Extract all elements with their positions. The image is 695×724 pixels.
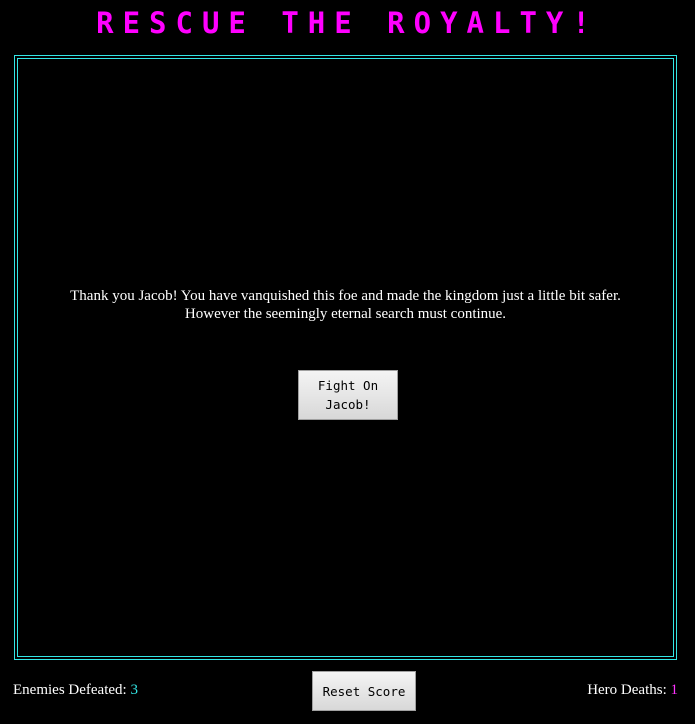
fight-on-button-label-1: Fight On xyxy=(317,378,379,393)
hero-deaths: Hero Deaths: 1 xyxy=(587,682,678,699)
game-area: Thank you Jacob! You have vanquished thi… xyxy=(17,58,674,657)
enemies-defeated-count: 3 xyxy=(130,682,138,698)
hero-deaths-count: 1 xyxy=(670,682,679,698)
victory-message-line-2: However the seemingly eternal search mus… xyxy=(184,306,507,322)
victory-message-line-1: Thank you Jacob! You have vanquished thi… xyxy=(70,288,621,304)
fight-on-button-label-2: Jacob! xyxy=(325,397,371,412)
game-frame: Thank you Jacob! You have vanquished thi… xyxy=(14,55,677,660)
hero-deaths-label: Hero Deaths: xyxy=(587,682,667,698)
reset-score-button[interactable]: Reset Score xyxy=(312,671,416,711)
enemies-defeated-label: Enemies Defeated: xyxy=(13,682,127,698)
fight-on-button[interactable]: Fight On Jacob! xyxy=(298,370,398,420)
page-title: RESCUE THE ROYALTY! xyxy=(96,6,599,40)
victory-message: Thank you Jacob! You have vanquished thi… xyxy=(18,287,673,323)
enemies-defeated: Enemies Defeated: 3 xyxy=(13,682,138,699)
